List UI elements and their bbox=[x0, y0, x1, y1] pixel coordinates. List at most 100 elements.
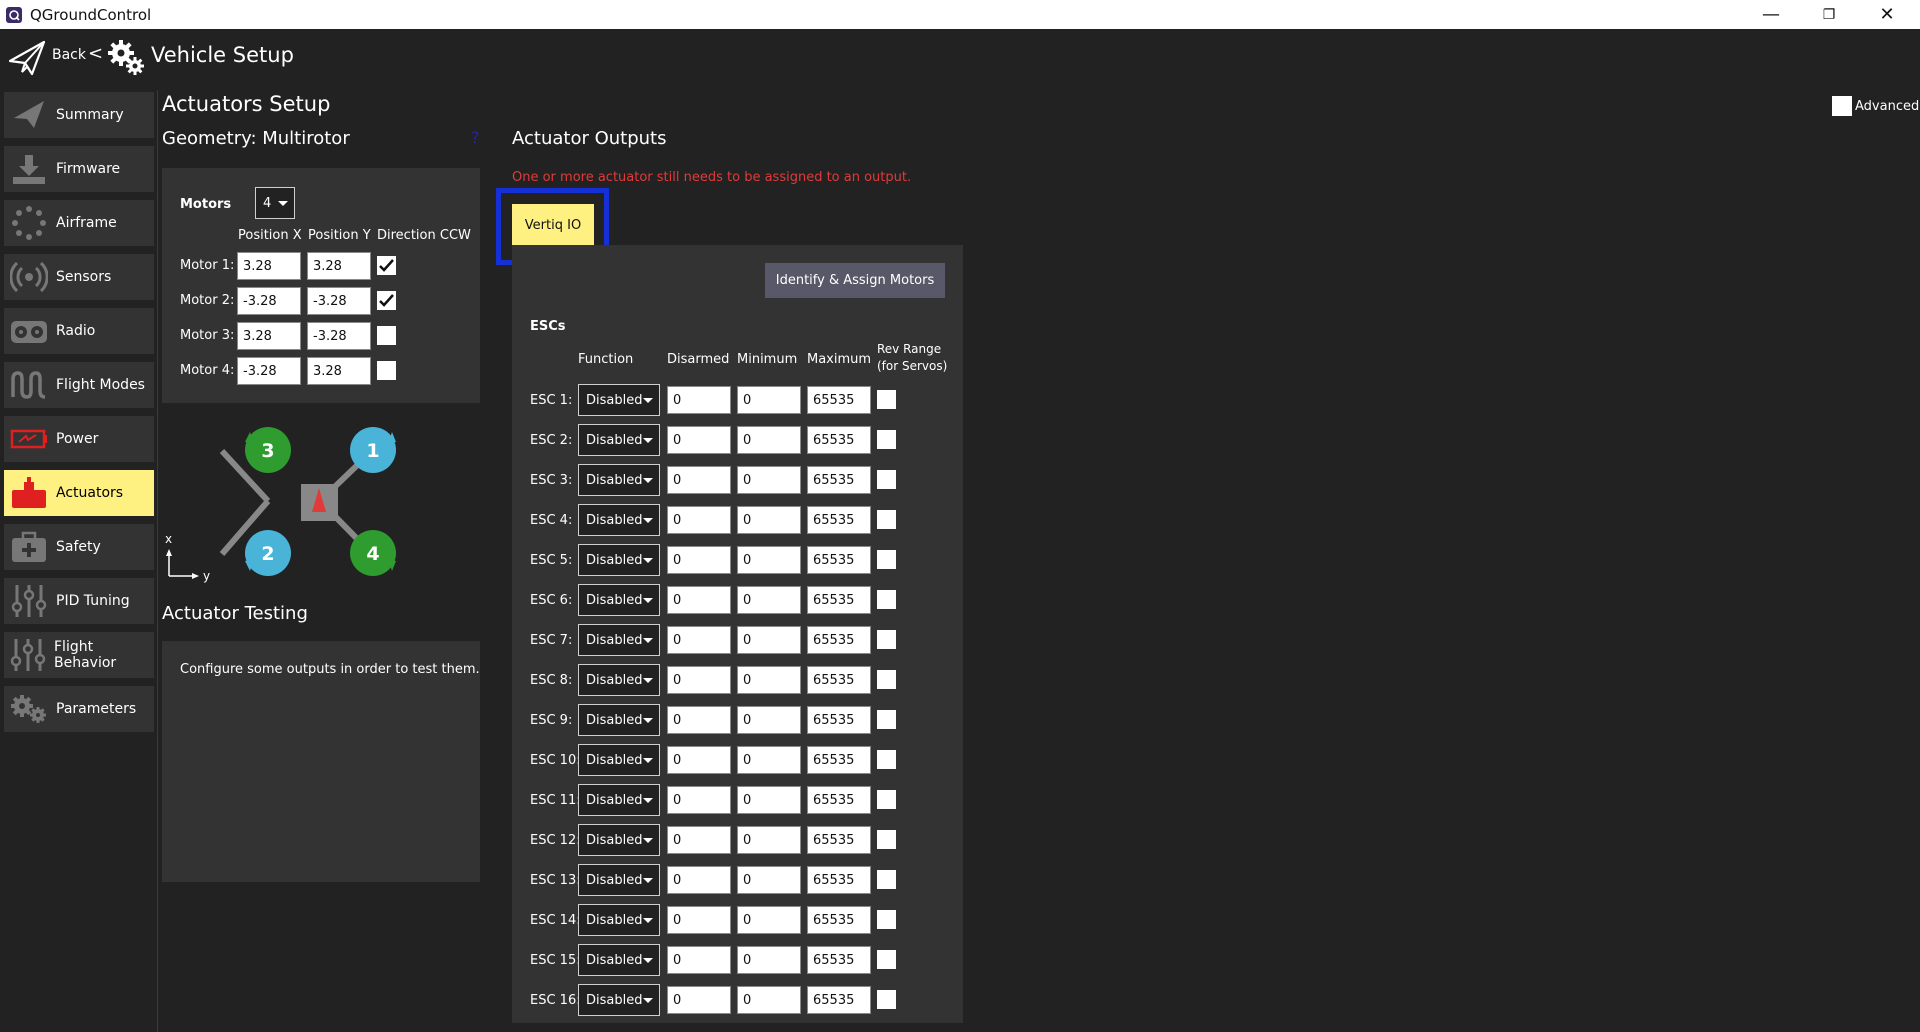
esc-7-rev-range-checkbox[interactable] bbox=[877, 630, 896, 649]
motor-1-position-y[interactable]: 3.28 bbox=[307, 252, 371, 280]
motor-2-position-x[interactable]: -3.28 bbox=[237, 287, 301, 315]
advanced-checkbox[interactable] bbox=[1832, 96, 1852, 116]
motor-4-ccw-checkbox[interactable] bbox=[377, 361, 396, 380]
esc-13-minimum-input[interactable]: 0 bbox=[737, 866, 801, 894]
motor-3-position-x[interactable]: 3.28 bbox=[237, 322, 301, 350]
esc-3-function-select[interactable]: Disabled bbox=[578, 464, 660, 496]
esc-8-disarmed-input[interactable]: 0 bbox=[667, 666, 731, 694]
esc-7-minimum-input[interactable]: 0 bbox=[737, 626, 801, 654]
restore-button[interactable]: ❐ bbox=[1800, 0, 1858, 29]
esc-10-disarmed-input[interactable]: 0 bbox=[667, 746, 731, 774]
sidebar-item-summary[interactable]: Summary bbox=[4, 92, 154, 138]
esc-5-rev-range-checkbox[interactable] bbox=[877, 550, 896, 569]
motors-count-select[interactable]: 4 bbox=[255, 187, 295, 219]
motor-3-position-y[interactable]: -3.28 bbox=[307, 322, 371, 350]
esc-11-minimum-input[interactable]: 0 bbox=[737, 786, 801, 814]
sidebar-item-flight-modes[interactable]: Flight Modes bbox=[4, 362, 154, 408]
motor-1-position-x[interactable]: 3.28 bbox=[237, 252, 301, 280]
sidebar-item-safety[interactable]: Safety bbox=[4, 524, 154, 570]
tab-vertiq-io[interactable]: Vertiq IO bbox=[512, 204, 594, 246]
esc-6-disarmed-input[interactable]: 0 bbox=[667, 586, 731, 614]
esc-3-maximum-input[interactable]: 65535 bbox=[807, 466, 871, 494]
esc-2-disarmed-input[interactable]: 0 bbox=[667, 426, 731, 454]
sidebar-item-actuators[interactable]: Actuators bbox=[4, 470, 154, 516]
esc-15-maximum-input[interactable]: 65535 bbox=[807, 946, 871, 974]
esc-2-function-select[interactable]: Disabled bbox=[578, 424, 660, 456]
esc-13-disarmed-input[interactable]: 0 bbox=[667, 866, 731, 894]
esc-8-minimum-input[interactable]: 0 bbox=[737, 666, 801, 694]
sidebar-item-radio[interactable]: Radio bbox=[4, 308, 154, 354]
esc-8-function-select[interactable]: Disabled bbox=[578, 664, 660, 696]
esc-13-maximum-input[interactable]: 65535 bbox=[807, 866, 871, 894]
esc-2-rev-range-checkbox[interactable] bbox=[877, 430, 896, 449]
esc-11-maximum-input[interactable]: 65535 bbox=[807, 786, 871, 814]
esc-10-function-select[interactable]: Disabled bbox=[578, 744, 660, 776]
esc-7-maximum-input[interactable]: 65535 bbox=[807, 626, 871, 654]
esc-4-maximum-input[interactable]: 65535 bbox=[807, 506, 871, 534]
esc-10-rev-range-checkbox[interactable] bbox=[877, 750, 896, 769]
esc-14-rev-range-checkbox[interactable] bbox=[877, 910, 896, 929]
motor-2-position-y[interactable]: -3.28 bbox=[307, 287, 371, 315]
esc-6-minimum-input[interactable]: 0 bbox=[737, 586, 801, 614]
sidebar-item-firmware[interactable]: Firmware bbox=[4, 146, 154, 192]
esc-16-function-select[interactable]: Disabled bbox=[578, 984, 660, 1016]
esc-3-rev-range-checkbox[interactable] bbox=[877, 470, 896, 489]
advanced-toggle[interactable]: Advanced bbox=[1832, 96, 1919, 116]
esc-14-disarmed-input[interactable]: 0 bbox=[667, 906, 731, 934]
esc-15-minimum-input[interactable]: 0 bbox=[737, 946, 801, 974]
esc-6-function-select[interactable]: Disabled bbox=[578, 584, 660, 616]
sidebar-item-pid-tuning[interactable]: PID Tuning bbox=[4, 578, 154, 624]
esc-15-rev-range-checkbox[interactable] bbox=[877, 950, 896, 969]
esc-4-minimum-input[interactable]: 0 bbox=[737, 506, 801, 534]
esc-16-disarmed-input[interactable]: 0 bbox=[667, 986, 731, 1014]
esc-12-function-select[interactable]: Disabled bbox=[578, 824, 660, 856]
esc-1-disarmed-input[interactable]: 0 bbox=[667, 386, 731, 414]
esc-10-maximum-input[interactable]: 65535 bbox=[807, 746, 871, 774]
esc-12-disarmed-input[interactable]: 0 bbox=[667, 826, 731, 854]
esc-11-disarmed-input[interactable]: 0 bbox=[667, 786, 731, 814]
esc-13-function-select[interactable]: Disabled bbox=[578, 864, 660, 896]
minimize-button[interactable]: — bbox=[1742, 0, 1800, 29]
esc-11-rev-range-checkbox[interactable] bbox=[877, 790, 896, 809]
esc-1-maximum-input[interactable]: 65535 bbox=[807, 386, 871, 414]
esc-2-minimum-input[interactable]: 0 bbox=[737, 426, 801, 454]
esc-9-function-select[interactable]: Disabled bbox=[578, 704, 660, 736]
back-button[interactable]: Back bbox=[52, 47, 86, 63]
geometry-help-link[interactable]: ? bbox=[471, 128, 480, 147]
esc-13-rev-range-checkbox[interactable] bbox=[877, 870, 896, 889]
sidebar-item-parameters[interactable]: Parameters bbox=[4, 686, 154, 732]
esc-16-maximum-input[interactable]: 65535 bbox=[807, 986, 871, 1014]
esc-15-function-select[interactable]: Disabled bbox=[578, 944, 660, 976]
esc-5-maximum-input[interactable]: 65535 bbox=[807, 546, 871, 574]
sidebar-item-flight-behavior[interactable]: Flight Behavior bbox=[4, 632, 154, 678]
esc-6-rev-range-checkbox[interactable] bbox=[877, 590, 896, 609]
esc-4-disarmed-input[interactable]: 0 bbox=[667, 506, 731, 534]
esc-4-function-select[interactable]: Disabled bbox=[578, 504, 660, 536]
motor-4-position-y[interactable]: 3.28 bbox=[307, 357, 371, 385]
esc-9-disarmed-input[interactable]: 0 bbox=[667, 706, 731, 734]
esc-1-minimum-input[interactable]: 0 bbox=[737, 386, 801, 414]
esc-1-function-select[interactable]: Disabled bbox=[578, 384, 660, 416]
close-button[interactable]: ✕ bbox=[1858, 0, 1916, 29]
esc-16-rev-range-checkbox[interactable] bbox=[877, 990, 896, 1009]
esc-4-rev-range-checkbox[interactable] bbox=[877, 510, 896, 529]
esc-14-function-select[interactable]: Disabled bbox=[578, 904, 660, 936]
esc-16-minimum-input[interactable]: 0 bbox=[737, 986, 801, 1014]
esc-10-minimum-input[interactable]: 0 bbox=[737, 746, 801, 774]
esc-6-maximum-input[interactable]: 65535 bbox=[807, 586, 871, 614]
motor-3-ccw-checkbox[interactable] bbox=[377, 326, 396, 345]
esc-14-minimum-input[interactable]: 0 bbox=[737, 906, 801, 934]
esc-1-rev-range-checkbox[interactable] bbox=[877, 390, 896, 409]
esc-15-disarmed-input[interactable]: 0 bbox=[667, 946, 731, 974]
esc-12-rev-range-checkbox[interactable] bbox=[877, 830, 896, 849]
esc-9-rev-range-checkbox[interactable] bbox=[877, 710, 896, 729]
esc-5-minimum-input[interactable]: 0 bbox=[737, 546, 801, 574]
esc-11-function-select[interactable]: Disabled bbox=[578, 784, 660, 816]
esc-14-maximum-input[interactable]: 65535 bbox=[807, 906, 871, 934]
esc-5-disarmed-input[interactable]: 0 bbox=[667, 546, 731, 574]
esc-9-minimum-input[interactable]: 0 bbox=[737, 706, 801, 734]
esc-12-maximum-input[interactable]: 65535 bbox=[807, 826, 871, 854]
identify-assign-motors-button[interactable]: Identify & Assign Motors bbox=[765, 263, 945, 298]
esc-5-function-select[interactable]: Disabled bbox=[578, 544, 660, 576]
sidebar-item-airframe[interactable]: Airframe bbox=[4, 200, 154, 246]
